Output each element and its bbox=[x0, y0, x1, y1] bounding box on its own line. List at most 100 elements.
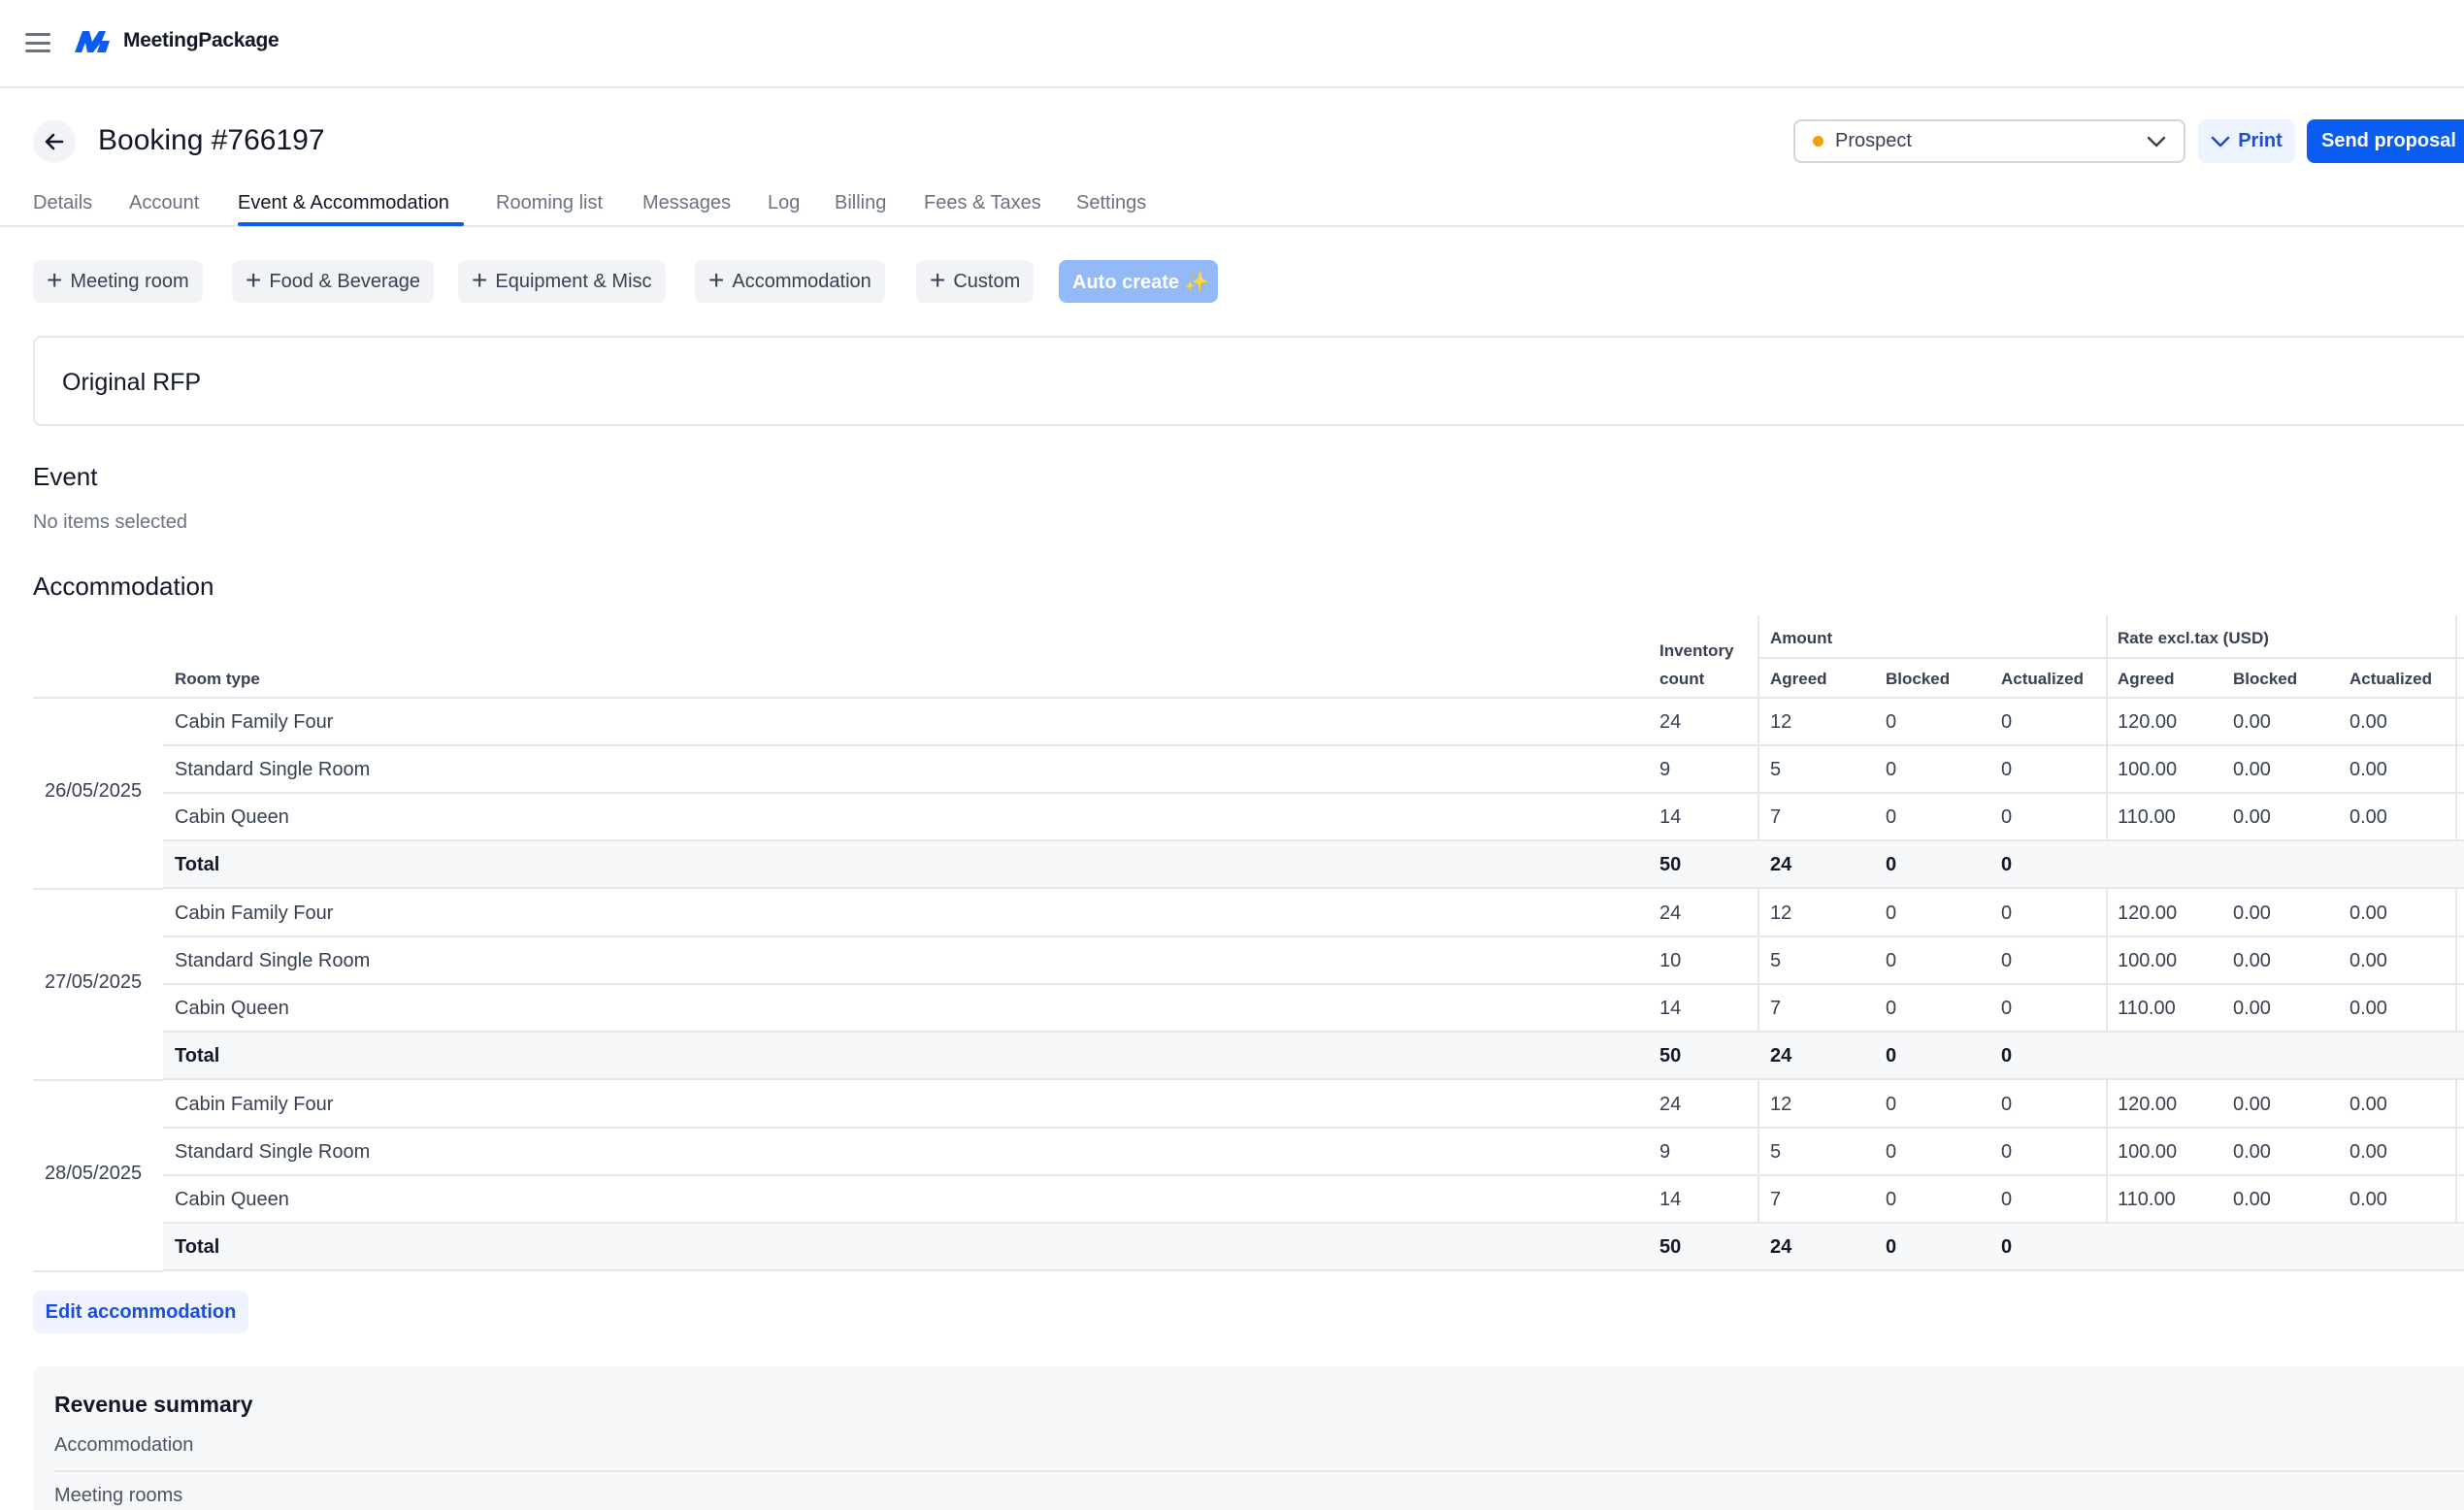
auto-create-button[interactable]: Auto create ✨ bbox=[1059, 260, 1218, 303]
room-type-cell: Standard Single Room bbox=[175, 759, 371, 780]
actualized-cell: 0 bbox=[2001, 950, 2013, 971]
event-empty-text: No items selected bbox=[33, 511, 187, 533]
tab-messages[interactable]: Messages bbox=[642, 192, 731, 214]
agreed-cell: 12 bbox=[1770, 1094, 1792, 1115]
add-custom-button[interactable]: + Custom bbox=[916, 260, 1035, 303]
rate-actualized-cell: 0.00 bbox=[2349, 1189, 2387, 1210]
agreed-cell: 5 bbox=[1770, 950, 1782, 971]
actualized-cell: 0 bbox=[2001, 759, 2013, 780]
table-row: Standard Single Room 9 5 0 0 100.00 0.00… bbox=[163, 746, 2464, 794]
inventory-cell: 24 bbox=[1659, 711, 1682, 733]
rate-blocked-cell: 0.00 bbox=[2233, 1141, 2271, 1163]
plus-icon: + bbox=[472, 264, 488, 295]
total-row: Total 50 24 0 0 bbox=[163, 1224, 2464, 1271]
rate-actualized-cell: 0.00 bbox=[2349, 1094, 2387, 1115]
total-blocked: 0 bbox=[1886, 854, 1897, 875]
agreed-cell: 12 bbox=[1770, 903, 1792, 924]
edit-accommodation-label: Edit accommodation bbox=[45, 1300, 237, 1323]
inventory-cell: 24 bbox=[1659, 903, 1682, 924]
plus-icon: + bbox=[47, 264, 63, 295]
total-actualized: 0 bbox=[2001, 1236, 2013, 1258]
add-button-label: Accommodation bbox=[732, 270, 871, 292]
table-row: Cabin Family Four 24 12 0 0 120.00 0.00 … bbox=[163, 890, 2464, 937]
total-agreed: 24 bbox=[1770, 1045, 1792, 1067]
add-button-label: Equipment & Misc bbox=[495, 270, 652, 292]
total-label: Total bbox=[175, 1236, 220, 1258]
agreed-cell: 7 bbox=[1770, 806, 1782, 828]
original-rfp-card[interactable]: Original RFP bbox=[33, 336, 2464, 426]
add-equipment-misc-button[interactable]: + Equipment & Misc bbox=[458, 260, 666, 303]
rate-actualized-cell: 0.00 bbox=[2349, 903, 2387, 924]
room-type-cell: Standard Single Room bbox=[175, 950, 371, 971]
group-divider bbox=[33, 1079, 163, 1081]
room-type-cell: Cabin Family Four bbox=[175, 711, 334, 733]
total-inventory: 50 bbox=[1659, 1236, 1682, 1258]
blocked-cell: 0 bbox=[1886, 950, 1897, 971]
tab-fees-taxes[interactable]: Fees & Taxes bbox=[924, 192, 1041, 214]
hamburger-menu-icon[interactable] bbox=[25, 33, 50, 52]
header-divider bbox=[1758, 657, 2464, 659]
rate-agreed-cell: 110.00 bbox=[2118, 998, 2176, 1019]
actualized-cell: 0 bbox=[2001, 806, 2013, 828]
total-blocked: 0 bbox=[1886, 1045, 1897, 1067]
tab-settings[interactable]: Settings bbox=[1076, 192, 1146, 214]
tab-billing[interactable]: Billing bbox=[835, 192, 886, 214]
agreed-cell: 7 bbox=[1770, 998, 1782, 1019]
header-rate: Rate excl.tax (USD) bbox=[2118, 629, 2269, 647]
date-cell: 27/05/2025 bbox=[45, 971, 143, 993]
print-button[interactable]: Print bbox=[2198, 119, 2295, 163]
status-value: Prospect bbox=[1835, 130, 1912, 151]
tab-account[interactable]: Account bbox=[129, 192, 199, 214]
table-row: Cabin Queen 14 7 0 0 110.00 0.00 0.00 bbox=[163, 985, 2464, 1033]
rate-agreed-cell: 120.00 bbox=[2118, 711, 2178, 733]
add-accommodation-button[interactable]: + Accommodation bbox=[695, 260, 885, 303]
brand-logo[interactable]: MeetingPackage bbox=[73, 27, 279, 54]
rate-actualized-cell: 0.00 bbox=[2349, 998, 2387, 1019]
agreed-cell: 12 bbox=[1770, 711, 1792, 733]
total-blocked: 0 bbox=[1886, 1236, 1897, 1258]
blocked-cell: 0 bbox=[1886, 903, 1897, 924]
add-food-beverage-button[interactable]: + Food & Beverage bbox=[232, 260, 435, 303]
tab-log[interactable]: Log bbox=[768, 192, 800, 214]
auto-create-label: Auto create ✨ bbox=[1072, 271, 1209, 293]
inventory-cell: 10 bbox=[1659, 950, 1682, 971]
inventory-cell: 9 bbox=[1659, 759, 1671, 780]
rate-actualized-cell: 0.00 bbox=[2349, 759, 2387, 780]
add-meeting-room-button[interactable]: + Meeting room bbox=[33, 260, 203, 303]
blocked-cell: 0 bbox=[1886, 1141, 1897, 1163]
header-amount-agreed: Agreed bbox=[1770, 670, 1827, 688]
chevron-down-icon bbox=[2147, 136, 2166, 147]
agreed-cell: 5 bbox=[1770, 1141, 1782, 1163]
brand-name: MeetingPackage bbox=[123, 29, 279, 51]
edit-accommodation-button[interactable]: Edit accommodation bbox=[33, 1291, 248, 1333]
rate-blocked-cell: 0.00 bbox=[2233, 950, 2271, 971]
tab-event-accommodation[interactable]: Event & Accommodation bbox=[238, 192, 449, 214]
rate-actualized-cell: 0.00 bbox=[2349, 806, 2387, 828]
total-agreed: 24 bbox=[1770, 1236, 1792, 1258]
plus-icon: + bbox=[708, 264, 725, 295]
status-dropdown[interactable]: Prospect bbox=[1793, 119, 2185, 163]
total-actualized: 0 bbox=[2001, 854, 2013, 875]
rate-blocked-cell: 0.00 bbox=[2233, 1189, 2271, 1210]
booking-tabs: Details Account Event & Accommodation Ro… bbox=[0, 184, 2464, 227]
blocked-cell: 0 bbox=[1886, 1189, 1897, 1210]
actualized-cell: 0 bbox=[2001, 903, 2013, 924]
tab-rooming-list[interactable]: Rooming list bbox=[496, 192, 603, 214]
inventory-cell: 14 bbox=[1659, 806, 1682, 828]
date-cell: 26/05/2025 bbox=[45, 780, 143, 802]
revenue-summary-panel: Revenue summary Accommodation Meeting ro… bbox=[33, 1366, 2464, 1510]
add-button-label: Meeting room bbox=[70, 270, 189, 292]
rate-blocked-cell: 0.00 bbox=[2233, 998, 2271, 1019]
room-type-cell: Cabin Queen bbox=[175, 1189, 289, 1210]
send-proposal-button[interactable]: Send proposal bbox=[2307, 119, 2464, 163]
revenue-divider bbox=[54, 1470, 2464, 1472]
tab-details[interactable]: Details bbox=[33, 192, 92, 214]
agreed-cell: 7 bbox=[1770, 1189, 1782, 1210]
total-actualized: 0 bbox=[2001, 1045, 2013, 1067]
status-dot-icon bbox=[1813, 136, 1823, 147]
blocked-cell: 0 bbox=[1886, 711, 1897, 733]
back-button[interactable] bbox=[33, 120, 76, 163]
header-room-type: Room type bbox=[175, 670, 260, 688]
table-row: Standard Single Room 10 5 0 0 100.00 0.0… bbox=[163, 937, 2464, 985]
room-type-cell: Cabin Queen bbox=[175, 998, 289, 1019]
